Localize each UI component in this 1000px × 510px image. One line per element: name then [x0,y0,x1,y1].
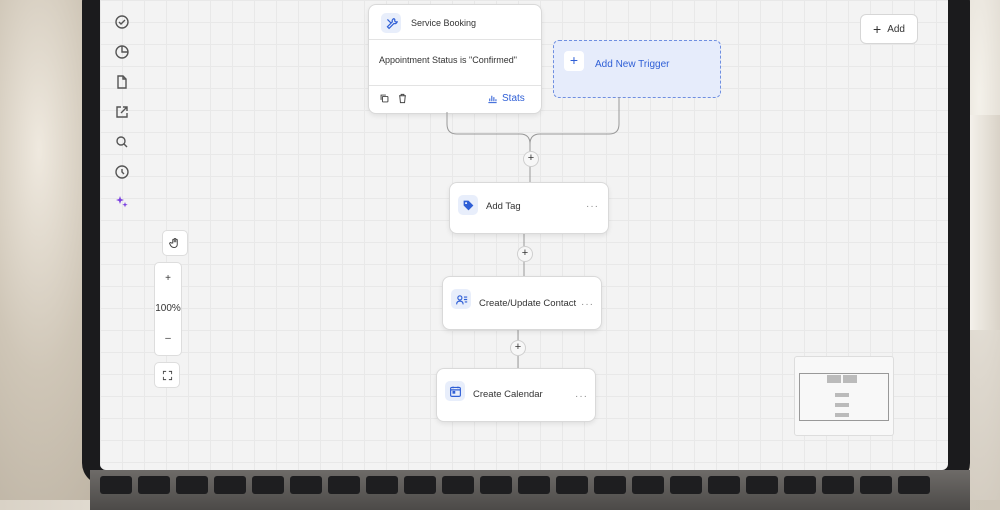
more-options-icon[interactable]: ··· [581,299,594,310]
action-label: Add Tag [486,201,521,212]
keyboard-key [632,476,664,494]
minimap-node [835,403,849,407]
keyboard-key [708,476,740,494]
minimap-node [835,393,849,397]
keyboard-key [442,476,474,494]
action-card-create-update-contact[interactable]: Create/Update Contact ··· [442,276,602,330]
keyboard-key [138,476,170,494]
action-label: Create/Update Contact [479,298,577,309]
action-card-add-tag[interactable]: Add Tag ··· [449,182,609,234]
minimap-node [835,413,849,417]
keyboard-key [594,476,626,494]
add-step-button[interactable]: + [510,340,526,356]
more-options-icon[interactable]: ··· [586,201,599,212]
calendar-icon [445,381,465,401]
keyboard-key [176,476,208,494]
keyboard-key [518,476,550,494]
keyboard-key [898,476,930,494]
keyboard-key [290,476,322,494]
keyboard-key [480,476,512,494]
more-options-icon[interactable]: ··· [575,391,588,402]
keyboard-key [100,476,132,494]
keyboard-key [784,476,816,494]
keyboard-key [214,476,246,494]
action-card-create-calendar[interactable]: Create Calendar ··· [436,368,596,422]
workflow-canvas[interactable]: + 100% – + Add Service Booking Appointme… [100,0,948,470]
action-label: Create Calendar [473,389,543,400]
keyboard-key [670,476,702,494]
keyboard-key [556,476,588,494]
keyboard-key [860,476,892,494]
minimap[interactable] [794,356,894,436]
add-step-button[interactable]: + [517,246,533,262]
keyboard-key [366,476,398,494]
keyboard-key [404,476,436,494]
tag-icon [458,195,478,215]
minimap-node [827,375,841,383]
minimap-node [843,375,857,383]
add-step-button[interactable]: + [523,151,539,167]
keyboard-key [822,476,854,494]
keyboard-key [252,476,284,494]
laptop-keyboard [90,470,970,510]
keyboard-key [328,476,360,494]
contact-icon [451,289,471,309]
keyboard-key [746,476,778,494]
